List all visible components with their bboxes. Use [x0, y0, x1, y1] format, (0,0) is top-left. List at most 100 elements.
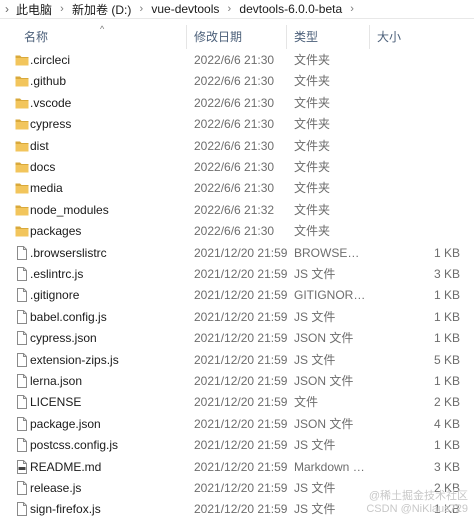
file-row[interactable]: docs 2022/6/6 21:30 文件夹 — [0, 157, 474, 178]
file-icon — [15, 502, 29, 517]
file-date: 2022/6/6 21:30 — [194, 181, 275, 196]
file-row[interactable]: media 2022/6/6 21:30 文件夹 — [0, 178, 474, 199]
breadcrumb-separator-icon[interactable]: › — [223, 3, 235, 15]
file-row[interactable]: README.md 2021/12/20 21:59 Markdown File 3 … — [0, 457, 474, 478]
file-row[interactable]: dist 2022/6/6 21:30 文件夹 — [0, 136, 474, 157]
file-name: extension-zips.js — [30, 352, 119, 367]
file-icon — [15, 245, 29, 260]
file-date: 2022/6/6 21:30 — [194, 138, 275, 153]
file-type: JS 文件 — [294, 502, 336, 517]
file-type: 文件夹 — [294, 181, 331, 196]
folder-icon — [15, 117, 29, 131]
file-name: LICENSE — [30, 395, 82, 410]
breadcrumb-devtools-folder[interactable]: devtools-6.0.0-beta — [235, 2, 346, 16]
file-size: 1 KB — [433, 374, 460, 388]
file-name: cypress — [30, 117, 72, 132]
file-name: babel.config.js — [30, 309, 107, 324]
file-row[interactable]: LICENSE 2021/12/20 21:59 文件 2 KB — [0, 392, 474, 413]
file-row[interactable]: .gitignore 2021/12/20 21:59 GITIGNORE 文件 1 … — [0, 285, 474, 306]
breadcrumb-chevron-icon[interactable]: › — [2, 2, 12, 16]
file-name: .circleci — [30, 53, 71, 67]
file-date: 2021/12/20 21:59 — [194, 438, 288, 453]
file-row[interactable]: package.json 2021/12/20 21:59 JSON 文件 4 KB — [0, 414, 474, 435]
file-size: 3 KB — [433, 459, 460, 474]
file-type: 文件 — [294, 395, 319, 410]
breadcrumb-this-pc[interactable]: 此电脑 — [12, 1, 56, 18]
file-name: .browserslistrc — [30, 245, 107, 260]
file-date: 2021/12/20 21:59 — [194, 331, 288, 346]
folder-icon — [15, 203, 29, 217]
file-type: 文件夹 — [294, 138, 331, 153]
file-name: lerna.json — [30, 374, 83, 388]
file-type: JS 文件 — [294, 309, 336, 324]
folder-icon — [15, 139, 29, 153]
folder-icon — [15, 181, 29, 195]
file-name: release.js — [30, 481, 82, 495]
file-type: JS 文件 — [294, 481, 336, 495]
breadcrumb-separator-icon[interactable]: › — [346, 3, 358, 15]
file-name: media — [30, 181, 63, 196]
file-icon — [15, 416, 29, 431]
column-date-header[interactable]: 修改日期 — [187, 25, 287, 49]
file-type: JSON 文件 — [294, 416, 354, 431]
file-name: dist — [30, 138, 49, 153]
file-date: 2021/12/20 21:59 — [194, 267, 288, 281]
file-name: .github — [30, 74, 67, 89]
watermark-line2: CSDN @NiKlaus729 — [366, 503, 468, 515]
file-name: .vscode — [30, 95, 72, 110]
file-row[interactable]: packages 2022/6/6 21:30 文件夹 — [0, 221, 474, 242]
file-date: 2022/6/6 21:30 — [194, 95, 275, 110]
file-row[interactable]: postcss.config.js 2021/12/20 21:59 JS 文件 1 … — [0, 435, 474, 456]
folder-icon — [15, 96, 29, 110]
column-header: 名称 修改日期 类型 大小 — [0, 25, 474, 49]
file-row[interactable]: .eslintrc.js 2021/12/20 21:59 JS 文件 3 KB — [0, 264, 474, 285]
file-size: 1 KB — [433, 309, 460, 324]
column-size-header[interactable]: 大小 — [370, 25, 460, 49]
breadcrumb-vue-devtools[interactable]: vue-devtools — [147, 2, 223, 16]
file-row[interactable]: lerna.json 2021/12/20 21:59 JSON 文件 1 KB — [0, 371, 474, 392]
file-type: JS 文件 — [294, 352, 336, 367]
file-type: JSON 文件 — [294, 331, 354, 346]
file-date: 2021/12/20 21:59 — [194, 502, 288, 517]
file-row[interactable]: .browserslistrc 2021/12/20 21:59 BROWSERSL… — [0, 243, 474, 264]
breadcrumb: › 此电脑 › 新加卷 (D:) › vue-devtools › devtoo… — [0, 0, 474, 19]
file-type: 文件夹 — [294, 224, 331, 239]
file-type: 文件夹 — [294, 117, 331, 132]
sort-ascending-icon: ^ — [100, 24, 105, 34]
breadcrumb-separator-icon[interactable]: › — [56, 3, 68, 15]
file-name: .eslintrc.js — [30, 267, 84, 281]
file-name: sign-firefox.js — [30, 502, 101, 517]
column-type-header[interactable]: 类型 — [287, 25, 370, 49]
file-type: 文件夹 — [294, 53, 331, 67]
file-date: 2021/12/20 21:59 — [194, 309, 288, 324]
file-name: cypress.json — [30, 331, 97, 346]
file-row[interactable]: .github 2022/6/6 21:30 文件夹 — [0, 71, 474, 92]
breadcrumb-drive[interactable]: 新加卷 (D:) — [68, 1, 135, 18]
file-row[interactable]: node_modules 2022/6/6 21:32 文件夹 — [0, 200, 474, 221]
file-icon — [15, 374, 29, 388]
file-icon — [15, 481, 29, 495]
file-size: 2 KB — [433, 395, 460, 410]
file-row[interactable]: babel.config.js 2021/12/20 21:59 JS 文件 1 KB — [0, 307, 474, 328]
column-name-header[interactable]: 名称 — [0, 25, 187, 49]
file-date: 2022/6/6 21:30 — [194, 224, 275, 239]
file-date: 2021/12/20 21:59 — [194, 374, 288, 388]
file-row[interactable]: extension-zips.js 2021/12/20 21:59 JS 文件 5 … — [0, 350, 474, 371]
file-name: .gitignore — [30, 288, 80, 303]
file-type: 文件夹 — [294, 95, 331, 110]
file-row[interactable]: .circleci 2022/6/6 21:30 文件夹 — [0, 50, 474, 71]
markdown-file-icon — [15, 459, 29, 474]
breadcrumb-separator-icon[interactable]: › — [135, 3, 147, 15]
file-date: 2021/12/20 21:59 — [194, 245, 288, 260]
file-date: 2021/12/20 21:59 — [194, 395, 288, 410]
file-row[interactable]: cypress 2022/6/6 21:30 文件夹 — [0, 114, 474, 135]
file-size: 4 KB — [433, 416, 460, 431]
file-type: 文件夹 — [294, 202, 331, 217]
file-size: 1 KB — [433, 438, 460, 453]
file-icon — [15, 438, 29, 453]
folder-icon — [15, 224, 29, 238]
file-row[interactable]: .vscode 2022/6/6 21:30 文件夹 — [0, 93, 474, 114]
file-size: 1 KB — [433, 288, 460, 303]
file-icon — [15, 395, 29, 410]
file-row[interactable]: cypress.json 2021/12/20 21:59 JSON 文件 1 KB — [0, 328, 474, 349]
